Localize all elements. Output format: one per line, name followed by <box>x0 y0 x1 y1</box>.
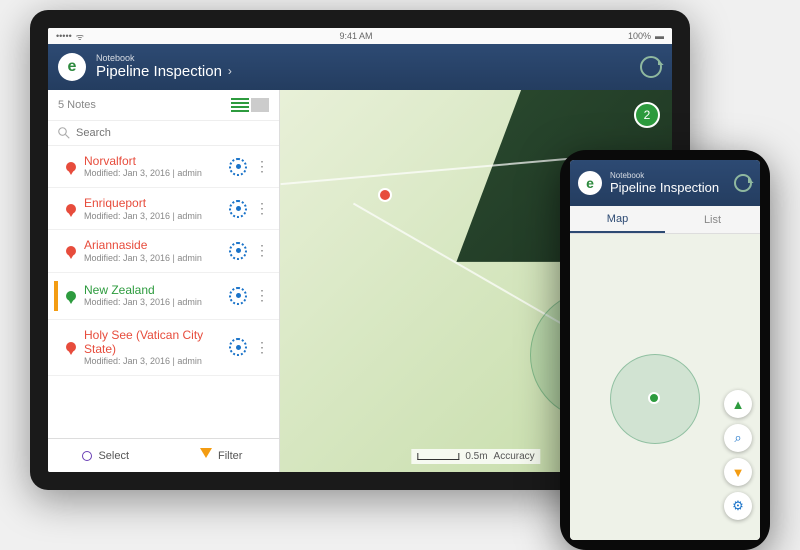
status-time: 9:41 AM <box>339 31 372 41</box>
filter-label: Filter <box>218 450 242 462</box>
select-button[interactable]: Select <box>48 439 164 472</box>
pin-icon <box>66 162 76 172</box>
select-label: Select <box>98 450 129 462</box>
list-view-icon[interactable] <box>231 98 249 112</box>
search-row[interactable] <box>48 121 279 146</box>
app-header: e Notebook Pipeline Inspection › <box>48 44 672 90</box>
list-item[interactable]: AriannasideModified: Jan 3, 2016 | admin… <box>48 230 279 272</box>
notes-list[interactable]: NorvalfortModified: Jan 3, 2016 | admin⋮… <box>48 146 279 438</box>
signal-icon: ••••• <box>56 31 72 41</box>
phone-tabs: Map List <box>570 206 760 234</box>
item-meta: Modified: Jan 3, 2016 | admin <box>84 211 221 222</box>
locate-icon[interactable] <box>229 242 247 260</box>
map-scale: 0.5m Accuracy <box>411 449 540 464</box>
list-item[interactable]: NorvalfortModified: Jan 3, 2016 | admin ⋮ <box>48 146 279 188</box>
locate-button[interactable]: ▲ <box>724 390 752 418</box>
item-meta: Modified: Jan 3, 2016 | admin <box>84 253 221 264</box>
phone-map[interactable]: ▲ ⌕ ▼ ⚙ <box>570 234 760 540</box>
search-input[interactable] <box>76 127 269 139</box>
pin-icon <box>66 204 76 214</box>
locate-icon[interactable] <box>229 287 247 305</box>
app-logo[interactable]: e <box>58 53 86 81</box>
status-bar: ••••• ᯤ 9:41 AM 100% ▬ <box>48 28 672 44</box>
item-title: New Zealand <box>84 283 221 297</box>
sidebar: 5 Notes NorvalfortModified: Jan 3, 2016 … <box>48 90 280 472</box>
more-icon[interactable]: ⋮ <box>255 293 269 299</box>
notes-count: 5 Notes <box>58 99 96 111</box>
filter-icon <box>200 448 212 464</box>
sync-icon[interactable] <box>640 56 662 78</box>
phone-screen: e Notebook Pipeline Inspection Map List … <box>570 160 760 540</box>
tab-map[interactable]: Map <box>570 206 665 233</box>
app-logo[interactable]: e <box>578 171 602 195</box>
item-meta: Modified: Jan 3, 2016 | admin <box>84 297 221 308</box>
battery-icon: ▬ <box>655 31 664 41</box>
battery-pct: 100% <box>628 31 651 41</box>
settings-button[interactable]: ⚙ <box>724 492 752 520</box>
chevron-right-icon[interactable]: › <box>228 65 232 78</box>
more-icon[interactable]: ⋮ <box>255 345 269 351</box>
item-title: Ariannaside <box>84 238 221 252</box>
item-title: Holy See (Vatican City State) <box>84 328 221 357</box>
locate-icon[interactable] <box>229 338 247 356</box>
item-meta: Modified: Jan 3, 2016 | admin <box>84 168 221 179</box>
wifi-icon: ᯤ <box>76 30 84 43</box>
header-subtitle: Notebook <box>96 54 232 64</box>
phone-header-subtitle: Notebook <box>610 171 719 180</box>
item-title: Enriqueport <box>84 196 221 210</box>
list-item[interactable]: Holy See (Vatican City State)Modified: J… <box>48 320 279 377</box>
pin-icon <box>66 291 76 301</box>
filter-fab[interactable]: ▼ <box>724 458 752 486</box>
location-dot[interactable] <box>648 392 660 404</box>
item-title: Norvalfort <box>84 154 221 168</box>
list-item[interactable]: New ZealandModified: Jan 3, 2016 | admin… <box>48 273 279 320</box>
grid-view-icon[interactable] <box>251 98 269 112</box>
item-meta: Modified: Jan 3, 2016 | admin <box>84 356 221 367</box>
map-pin-red[interactable] <box>380 190 390 200</box>
accuracy-label: Accuracy <box>494 451 535 462</box>
more-icon[interactable]: ⋮ <box>255 206 269 212</box>
search-icon <box>58 127 70 139</box>
cluster-badge[interactable]: 2 <box>634 102 660 128</box>
filter-button[interactable]: Filter <box>164 439 280 472</box>
highlight-bar <box>54 281 58 311</box>
list-item[interactable]: EnriqueportModified: Jan 3, 2016 | admin… <box>48 188 279 230</box>
pin-icon <box>66 342 76 352</box>
scale-value: 0.5m <box>465 451 487 462</box>
tab-list[interactable]: List <box>665 206 760 233</box>
zoom-button[interactable]: ⌕ <box>724 424 752 452</box>
header-title[interactable]: Pipeline Inspection <box>96 64 222 81</box>
sync-icon[interactable] <box>734 174 752 192</box>
phone-header: e Notebook Pipeline Inspection <box>570 160 760 206</box>
select-icon <box>82 451 92 461</box>
locate-icon[interactable] <box>229 158 247 176</box>
phone-header-title[interactable]: Pipeline Inspection <box>610 180 719 195</box>
locate-icon[interactable] <box>229 200 247 218</box>
pin-icon <box>66 246 76 256</box>
more-icon[interactable]: ⋮ <box>255 248 269 254</box>
phone-device: e Notebook Pipeline Inspection Map List … <box>560 150 770 550</box>
more-icon[interactable]: ⋮ <box>255 164 269 170</box>
